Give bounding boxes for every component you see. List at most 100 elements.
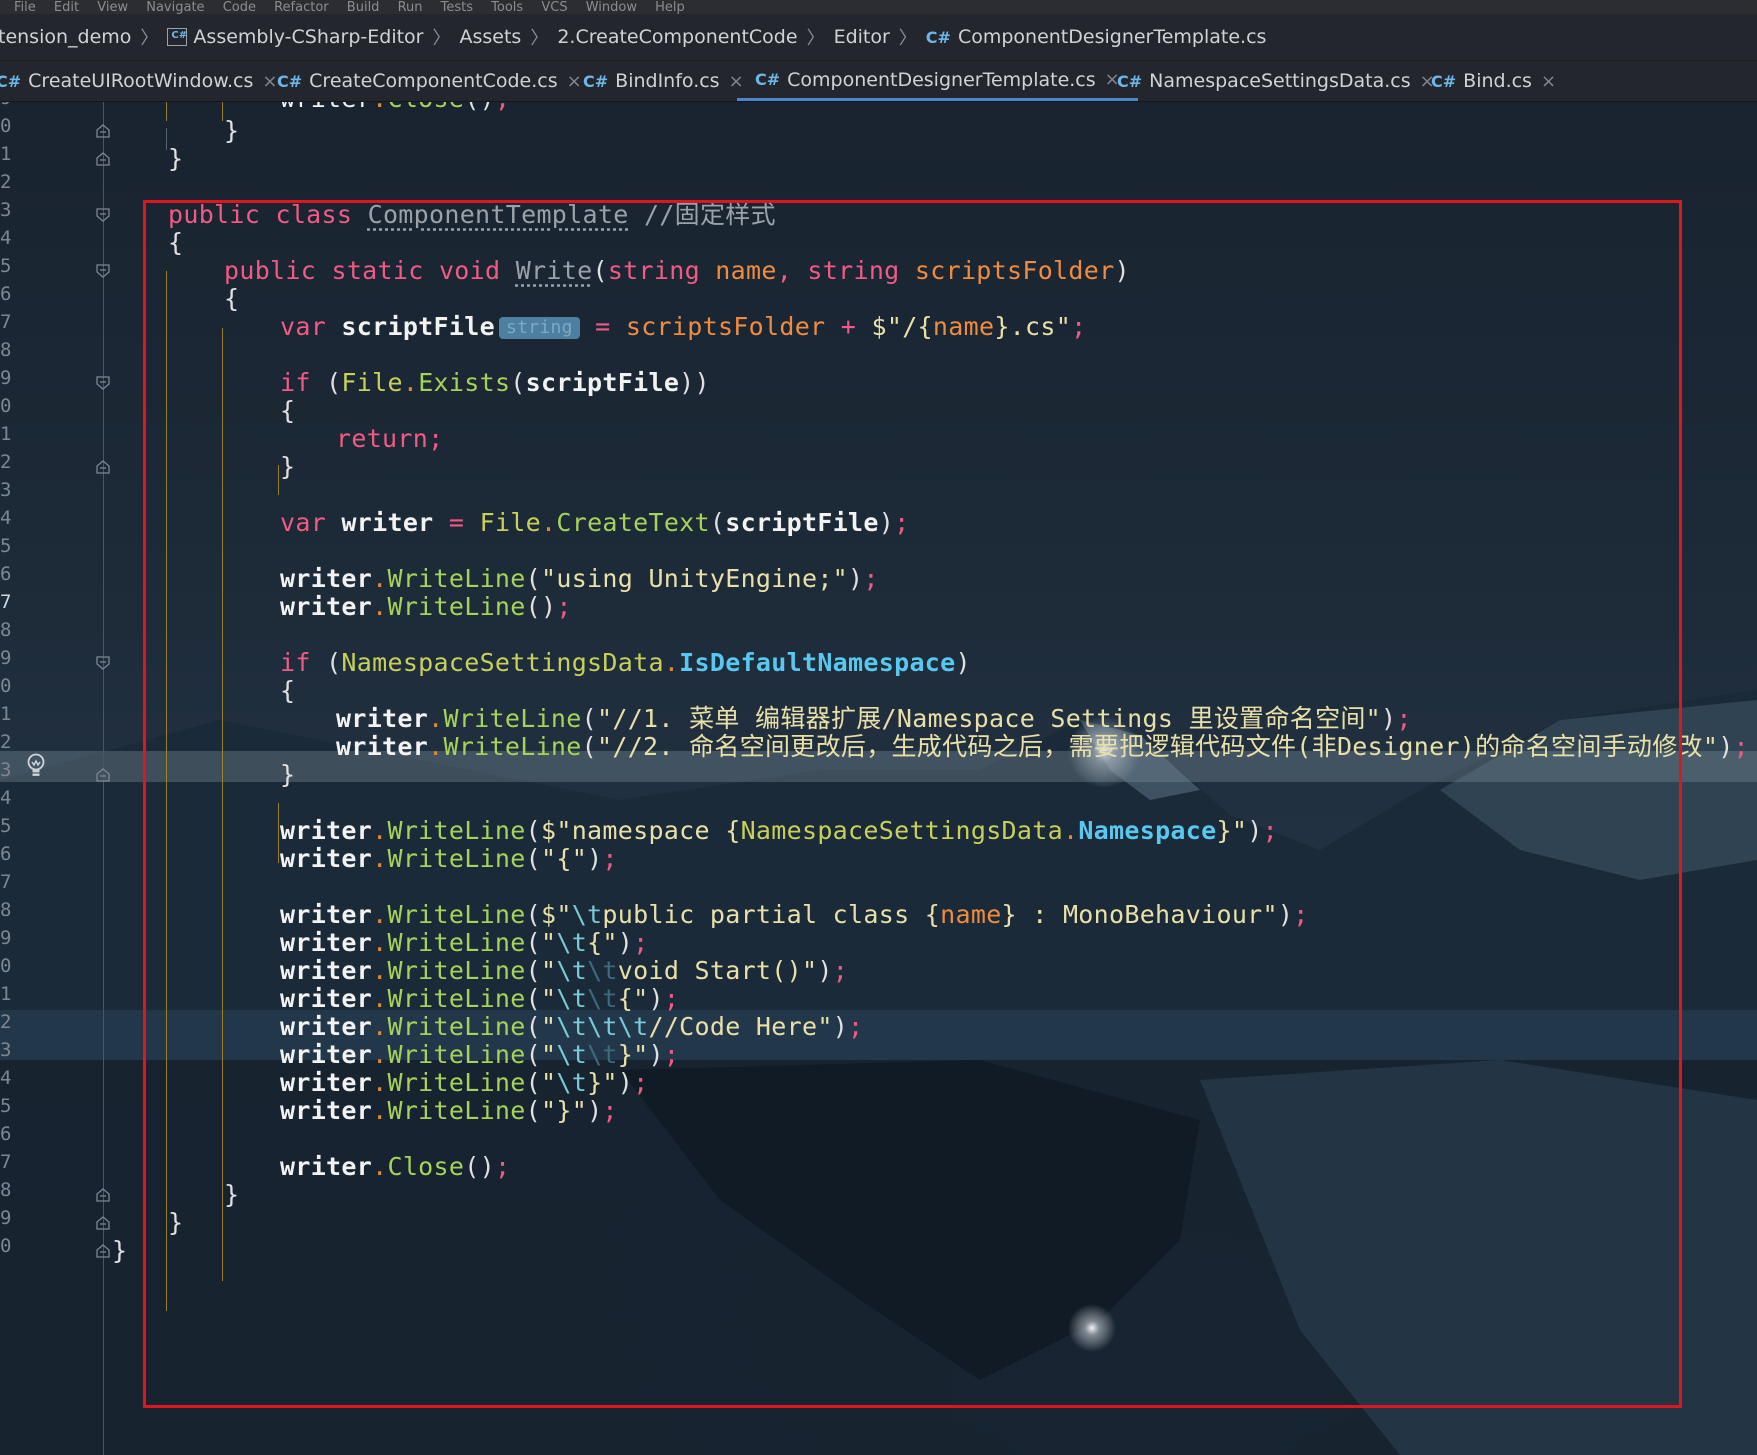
breadcrumb-item-assembly[interactable]: C# Assembly-CSharp-Editor <box>167 26 424 48</box>
highlight-annotation-box <box>143 200 1682 1408</box>
breadcrumb-item-project[interactable]: tension_demo <box>0 26 131 48</box>
menu-view[interactable]: View <box>97 1 128 14</box>
line-number: 1 <box>0 983 12 1005</box>
line-number: 5 <box>0 255 12 277</box>
fold-start-icon[interactable] <box>96 208 110 222</box>
line-number: 3 <box>0 479 12 501</box>
tab-label: CreateUIRootWindow.cs <box>28 70 254 92</box>
line-number: 4 <box>0 507 12 529</box>
line-number: 4 <box>0 787 12 809</box>
chevron-right-icon: 〉 <box>530 28 549 49</box>
fold-start-icon[interactable] <box>96 264 110 278</box>
line-number: 0 <box>0 115 12 137</box>
menu-run[interactable]: Run <box>398 1 423 14</box>
line-number: 4 <box>0 1067 12 1089</box>
line-number: 9 <box>0 101 12 109</box>
close-icon[interactable]: × <box>262 71 277 92</box>
tab-label: NamespaceSettingsData.cs <box>1149 70 1411 92</box>
editor-tab-bar: C# CreateUIRootWindow.cs × C# CreateComp… <box>0 61 1757 102</box>
line-number: 8 <box>0 619 12 641</box>
tab-label: ComponentDesignerTemplate.cs <box>787 68 1096 91</box>
tab-label: BindInfo.cs <box>615 70 720 92</box>
line-number: 3 <box>0 1039 12 1061</box>
code-line: } <box>224 116 240 145</box>
fold-end-icon[interactable] <box>96 1188 110 1202</box>
menu-help[interactable]: Help <box>655 1 685 14</box>
menu-refactor[interactable]: Refactor <box>274 1 329 14</box>
indent-guide <box>166 128 167 150</box>
line-number: 6 <box>0 1123 12 1145</box>
tab-componentdesignertemplate[interactable]: C# ComponentDesignerTemplate.cs × <box>737 61 1138 101</box>
line-number: 1 <box>0 703 12 725</box>
menu-tests[interactable]: Tests <box>441 1 473 14</box>
line-number: 0 <box>0 675 12 697</box>
csharp-file-icon: C# <box>1431 71 1457 91</box>
fold-end-icon[interactable] <box>96 768 110 782</box>
tab-createuirootwindow[interactable]: C# CreateUIRootWindow.cs × <box>0 61 278 101</box>
menu-bar: File Edit View Navigate Code Refactor Bu… <box>0 0 1757 14</box>
line-number: 1 <box>0 143 12 165</box>
code-line: } <box>112 1236 128 1265</box>
fold-end-icon[interactable] <box>96 1216 110 1230</box>
chevron-right-icon: 〉 <box>898 28 917 49</box>
tab-namespacesettingsdata[interactable]: C# NamespaceSettingsData.cs × <box>1117 61 1435 101</box>
code-line: writer.Close(); <box>280 101 510 114</box>
line-number: 8 <box>0 339 12 361</box>
fold-start-icon[interactable] <box>96 656 110 670</box>
code-line: } <box>168 144 184 173</box>
breadcrumb-item-assets[interactable]: Assets <box>460 26 522 48</box>
line-number: 2 <box>0 171 12 193</box>
line-number: 9 <box>0 927 12 949</box>
line-number: 6 <box>0 563 12 585</box>
menu-edit[interactable]: Edit <box>54 1 79 14</box>
fold-end-icon[interactable] <box>96 460 110 474</box>
line-number: 0 <box>0 395 12 417</box>
close-icon[interactable]: × <box>567 71 582 92</box>
breadcrumb-item-editor[interactable]: Editor <box>834 26 890 48</box>
line-number: 7 <box>0 311 12 333</box>
line-number: 2 <box>0 1011 12 1033</box>
tab-createcomponentcode[interactable]: C# CreateComponentCode.cs × <box>277 61 582 101</box>
menu-build[interactable]: Build <box>347 1 380 14</box>
line-number: 5 <box>0 535 12 557</box>
csharp-file-icon: C# <box>925 27 951 47</box>
line-number: 7 <box>0 591 12 613</box>
menu-window[interactable]: Window <box>586 1 637 14</box>
line-number: 0 <box>0 1235 12 1257</box>
breadcrumb-item-file[interactable]: C# ComponentDesignerTemplate.cs <box>926 26 1267 48</box>
fold-start-icon[interactable] <box>96 376 110 390</box>
fold-end-icon[interactable] <box>96 1244 110 1258</box>
line-number: 1 <box>0 423 12 445</box>
menu-tools[interactable]: Tools <box>491 1 523 14</box>
line-number: 7 <box>0 871 12 893</box>
fold-end-icon[interactable] <box>96 152 110 166</box>
line-number: 3 <box>0 759 12 781</box>
breadcrumb-item-folder[interactable]: 2.CreateComponentCode <box>557 26 797 48</box>
csharp-file-icon: C# <box>277 71 303 91</box>
lightbulb-icon[interactable] <box>26 753 46 779</box>
line-number: 8 <box>0 899 12 921</box>
close-icon[interactable]: × <box>1541 71 1556 92</box>
menu-file[interactable]: File <box>14 1 36 14</box>
tab-bindinfo[interactable]: C# BindInfo.cs × <box>583 61 744 101</box>
tab-bind[interactable]: C# Bind.cs × <box>1431 61 1556 101</box>
chevron-right-icon: 〉 <box>140 28 159 49</box>
line-number: 2 <box>0 731 12 753</box>
line-number: 3 <box>0 199 12 221</box>
line-number: 9 <box>0 1207 12 1229</box>
menu-vcs[interactable]: VCS <box>541 1 567 14</box>
menu-navigate[interactable]: Navigate <box>146 1 204 14</box>
line-number: 6 <box>0 843 12 865</box>
fold-end-icon[interactable] <box>96 124 110 138</box>
line-number: 0 <box>0 955 12 977</box>
chevron-right-icon: 〉 <box>806 28 825 49</box>
menu-code[interactable]: Code <box>223 1 256 14</box>
line-number: 7 <box>0 1151 12 1173</box>
tab-label: CreateComponentCode.cs <box>309 70 558 92</box>
indent-guide <box>166 101 167 121</box>
line-number: 8 <box>0 1179 12 1201</box>
project-icon: C# <box>167 28 188 46</box>
csharp-file-icon: C# <box>755 70 781 89</box>
csharp-file-icon: C# <box>0 71 22 91</box>
breadcrumb: tension_demo 〉 C# Assembly-CSharp-Editor … <box>0 14 1757 61</box>
